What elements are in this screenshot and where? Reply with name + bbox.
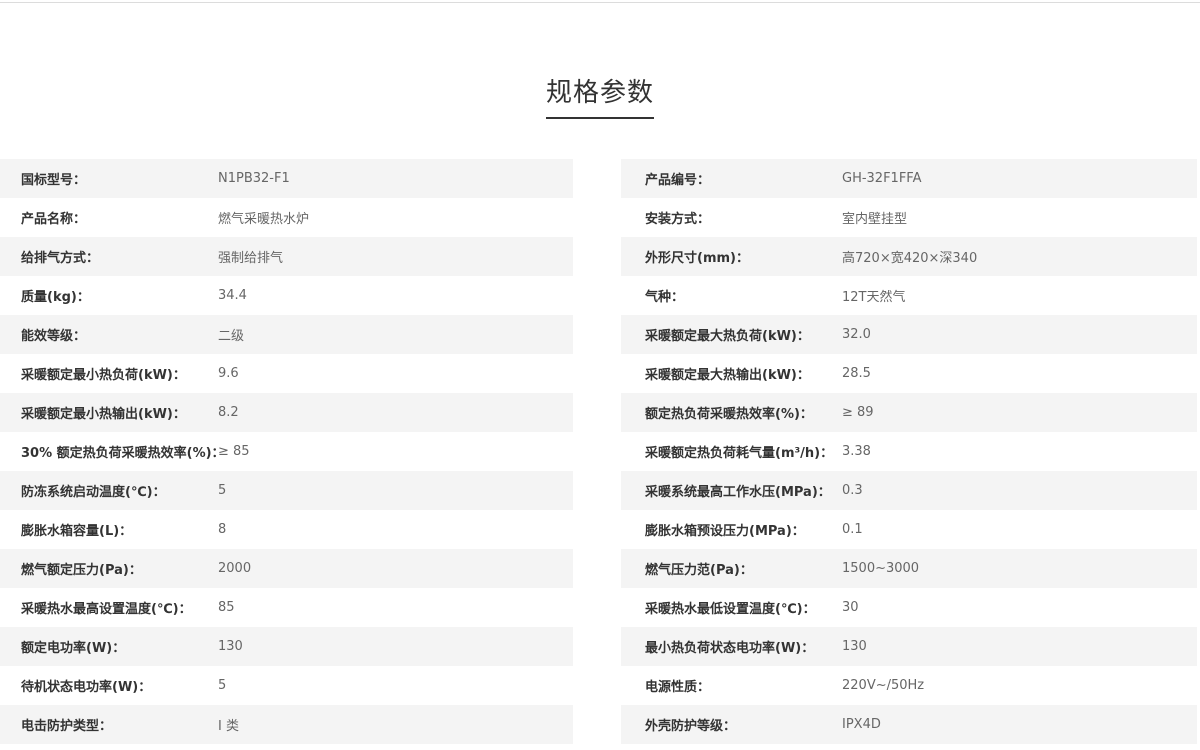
spec-value: 燃气采暖热水炉 — [218, 212, 310, 227]
top-divider — [0, 2, 1200, 3]
spec-value: ≥ 85 — [218, 444, 250, 459]
spec-row: 能效等级： 二级 — [0, 315, 573, 354]
spec-label: 产品名称： — [21, 212, 87, 227]
spec-label: 能效等级： — [21, 329, 87, 344]
spec-value: 85 — [218, 600, 235, 615]
spec-row: 额定热负荷采暖热效率(%)： ≥ 89 — [621, 393, 1197, 432]
spec-row: 采暖额定最大热负荷(kW)： 32.0 — [621, 315, 1197, 354]
spec-row: 最小热负荷状态电功率(W)： 130 — [621, 627, 1197, 666]
spec-row: 额定电功率(W)： 130 — [0, 627, 573, 666]
spec-row: 采暖额定最大热输出(kW)： 28.5 — [621, 354, 1197, 393]
spec-value: 32.0 — [842, 327, 871, 342]
spec-value: 28.5 — [842, 366, 871, 381]
spec-label: 防冻系统启动温度(℃)： — [21, 485, 166, 500]
spec-label: 气种： — [645, 290, 685, 305]
spec-label: 采暖额定最小热输出(kW)： — [21, 407, 186, 422]
title-container: 规格参数 — [0, 74, 1200, 119]
page-title: 规格参数 — [545, 74, 654, 119]
spec-row: 采暖额定最小热负荷(kW)： 9.6 — [0, 354, 573, 393]
spec-row: 给排气方式： 强制给排气 — [0, 237, 573, 276]
spec-value: 8.2 — [218, 405, 239, 420]
spec-value: IPX4D — [842, 717, 881, 732]
spec-value: 130 — [218, 639, 243, 654]
spec-row: 采暖额定热负荷耗气量(m³/h)： 3.38 — [621, 432, 1197, 471]
spec-label: 电源性质： — [645, 680, 711, 695]
spec-label: 给排气方式： — [21, 251, 100, 266]
spec-value: ≥ 89 — [842, 405, 874, 420]
spec-row: 外壳防护等级： IPX4D — [621, 705, 1197, 744]
spec-value: 9.6 — [218, 366, 239, 381]
spec-row: 电源性质： 220V~/50Hz — [621, 666, 1197, 705]
spec-row: 燃气压力范(Pa)： 1500~3000 — [621, 549, 1197, 588]
spec-row: 产品名称： 燃气采暖热水炉 — [0, 198, 573, 237]
spec-row: 防冻系统启动温度(℃)： 5 — [0, 471, 573, 510]
spec-table-right: 产品编号： GH-32F1FFA 安装方式： 室内壁挂型外形尺寸(mm)： 高720×宽… — [621, 159, 1197, 744]
spec-row: 质量(kg)： 34.4 — [0, 276, 573, 315]
spec-label: 采暖额定最小热负荷(kW)： — [21, 368, 186, 383]
spec-label: 膨胀水箱预设压力(MPa)： — [645, 524, 805, 539]
spec-value: 强制给排气 — [218, 251, 284, 266]
spec-value: 0.3 — [842, 483, 863, 498]
spec-value: 1500~3000 — [842, 561, 920, 576]
spec-label: 采暖额定最大热负荷(kW)： — [645, 329, 810, 344]
spec-value: 室内壁挂型 — [842, 212, 908, 227]
spec-label: 外形尺寸(mm)： — [645, 251, 749, 266]
spec-label: 额定热负荷采暖热效率(%)： — [645, 407, 813, 422]
spec-value: 二级 — [218, 329, 245, 344]
spec-row: 待机状态电功率(W)： 5 — [0, 666, 573, 705]
spec-value: 8 — [218, 522, 227, 537]
spec-value: 30 — [842, 600, 859, 615]
spec-row: 膨胀水箱预设压力(MPa)： 0.1 — [621, 510, 1197, 549]
spec-value: 5 — [218, 678, 227, 693]
spec-value: 12T天然气 — [842, 290, 906, 305]
spec-value: 2000 — [218, 561, 252, 576]
spec-value: 高720×宽420×深340 — [842, 251, 978, 266]
spec-row: 30% 额定热负荷采暖热效率(%)： ≥ 85 — [0, 432, 573, 471]
spec-label: 外壳防护等级： — [645, 719, 737, 734]
spec-label: 国标型号： — [21, 173, 87, 188]
spec-value: 0.1 — [842, 522, 863, 537]
spec-row: 膨胀水箱容量(L)： 8 — [0, 510, 573, 549]
spec-label: 采暖系统最高工作水压(MPa)： — [645, 485, 831, 500]
spec-table-left: 国标型号： N1PB32-F1 产品名称： 燃气采暖热水炉给排气方式： 强制给排气质量(… — [0, 159, 573, 744]
spec-label: 电击防护类型： — [21, 719, 113, 734]
spec-label: 膨胀水箱容量(L)： — [21, 524, 133, 539]
spec-value: 34.4 — [218, 288, 247, 303]
spec-value: 130 — [842, 639, 867, 654]
spec-label: 采暖热水最低设置温度(℃)： — [645, 602, 816, 617]
spec-value: GH-32F1FFA — [842, 171, 922, 186]
spec-label: 燃气压力范(Pa)： — [645, 563, 753, 578]
spec-row: 外形尺寸(mm)： 高720×宽420×深340 — [621, 237, 1197, 276]
spec-row: 采暖热水最高设置温度(℃)： 85 — [0, 588, 573, 627]
spec-row: 采暖系统最高工作水压(MPa)： 0.3 — [621, 471, 1197, 510]
spec-label: 采暖热水最高设置温度(℃)： — [21, 602, 192, 617]
spec-label: 采暖额定最大热输出(kW)： — [645, 368, 810, 383]
spec-row: 产品编号： GH-32F1FFA — [621, 159, 1197, 198]
spec-label: 产品编号： — [645, 173, 711, 188]
spec-row: 国标型号： N1PB32-F1 — [0, 159, 573, 198]
spec-row: 采暖热水最低设置温度(℃)： 30 — [621, 588, 1197, 627]
spec-row: 安装方式： 室内壁挂型 — [621, 198, 1197, 237]
spec-row: 气种： 12T天然气 — [621, 276, 1197, 315]
spec-label: 最小热负荷状态电功率(W)： — [645, 641, 815, 656]
spec-row: 燃气额定压力(Pa)： 2000 — [0, 549, 573, 588]
spec-label: 30% 额定热负荷采暖热效率(%)： — [21, 446, 225, 461]
spec-value: N1PB32-F1 — [218, 171, 290, 186]
spec-label: 采暖额定热负荷耗气量(m³/h)： — [645, 446, 834, 461]
spec-label: 质量(kg)： — [21, 290, 90, 305]
spec-value: 5 — [218, 483, 227, 498]
spec-label: 待机状态电功率(W)： — [21, 680, 152, 695]
spec-label: 额定电功率(W)： — [21, 641, 126, 656]
spec-value: 220V~/50Hz — [842, 678, 925, 693]
spec-value: I 类 — [218, 719, 239, 734]
spec-value: 3.38 — [842, 444, 871, 459]
spec-label: 安装方式： — [645, 212, 711, 227]
spec-row: 电击防护类型： I 类 — [0, 705, 573, 744]
spec-row: 采暖额定最小热输出(kW)： 8.2 — [0, 393, 573, 432]
spec-label: 燃气额定压力(Pa)： — [21, 563, 142, 578]
